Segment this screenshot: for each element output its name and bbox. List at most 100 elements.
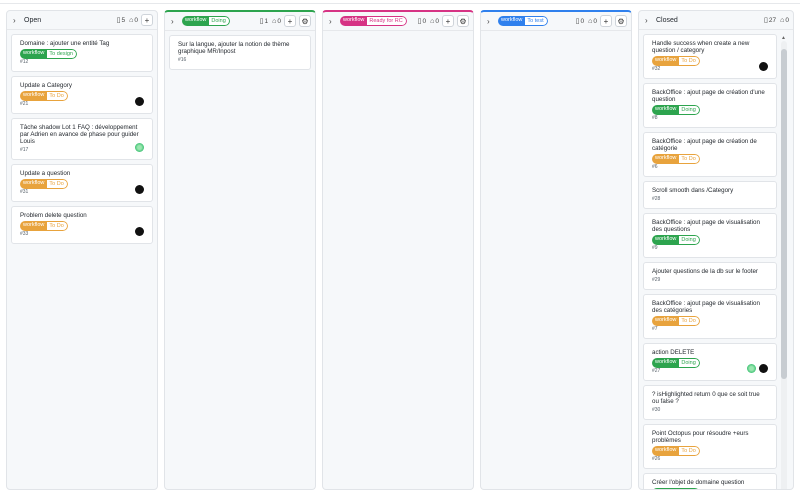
issue-card[interactable]: Sur la langue, ajouter la notion de thèm…	[169, 35, 311, 70]
workflow-label[interactable]: workflow To Do	[652, 154, 700, 164]
issue-title[interactable]: Handle success when create a new questio…	[652, 40, 768, 54]
issue-card[interactable]: Update a Category workflow To Do #21	[11, 76, 153, 114]
issue-card[interactable]: BackOffice : ajout page de création d'un…	[643, 83, 777, 128]
issue-card[interactable]: Scroll smooth dans /Category #28	[643, 181, 777, 209]
issue-card[interactable]: Domaine : ajouter une entité Tag workflow…	[11, 34, 153, 72]
issue-number: #30	[652, 407, 661, 413]
workflow-label[interactable]: workflow To design	[20, 49, 77, 59]
issues-count: ▯ 0	[575, 17, 585, 26]
pull-request-icon: ⌂	[129, 16, 134, 24]
issue-card[interactable]: Handle success when create a new questio…	[643, 34, 777, 79]
pull-request-icon: ⌂	[272, 17, 277, 25]
issue-number: #9	[652, 245, 658, 251]
workflow-label[interactable]: workflow To Do	[20, 91, 68, 101]
issue-number: #26	[652, 456, 661, 462]
issue-number: #28	[652, 196, 661, 202]
pr-count: ⌂ 0	[129, 16, 138, 24]
label-value: To Do	[679, 154, 700, 164]
pr-count: ⌂ 0	[430, 17, 439, 25]
settings-gear-button[interactable]: ⚙	[615, 15, 627, 27]
workflow-label[interactable]: workflow To Do	[652, 446, 700, 456]
issue-card[interactable]: BackOffice : ajout page de visualisation…	[643, 213, 777, 258]
issue-number: #21	[20, 101, 29, 107]
workflow-label[interactable]: workflow To Do	[20, 221, 68, 231]
column-label: workflow To test	[498, 16, 572, 26]
label-key: workflow	[652, 235, 680, 245]
settings-gear-button[interactable]: ⚙	[457, 15, 469, 27]
settings-gear-button[interactable]: ⚙	[299, 15, 311, 27]
issue-card[interactable]: Update a question workflow To Do #31	[11, 164, 153, 202]
issue-title[interactable]: Problem delete question	[20, 212, 144, 219]
issue-title[interactable]: Créer l'objet de domaine question	[652, 479, 768, 486]
issue-title[interactable]: action DELETE	[652, 349, 768, 356]
assignee-avatar[interactable]	[759, 364, 768, 373]
issue-card[interactable]: Point Octopus pour résoudre +eurs problè…	[643, 424, 777, 469]
issue-title[interactable]: BackOffice : ajout page de visualisation…	[652, 219, 768, 233]
project-board: › Open ▯ 5 ⌂ 0 + Domaine : ajouter une ent…	[0, 0, 800, 490]
chevron-right-icon[interactable]: ›	[171, 17, 179, 26]
issues-count: ▯ 1	[259, 17, 269, 26]
issue-title[interactable]: Scroll smooth dans /Category	[652, 187, 768, 194]
add-card-button[interactable]: +	[442, 15, 454, 27]
issue-title[interactable]: Sur la langue, ajouter la notion de thèm…	[178, 41, 302, 55]
chevron-right-icon[interactable]: ›	[329, 17, 337, 26]
column-cards	[323, 31, 473, 39]
issue-card[interactable]: Tâche shadow Lot 1 FAQ : développement p…	[11, 118, 153, 160]
workflow-label: workflow Ready for RC	[340, 16, 407, 26]
assignee-avatar[interactable]	[135, 143, 144, 152]
issue-title[interactable]: Point Octopus pour résoudre +eurs problè…	[652, 430, 768, 444]
assignee-avatar[interactable]	[135, 97, 144, 106]
column-label: workflow Ready for RC	[340, 16, 414, 26]
issues-count: ▯ 27	[764, 16, 777, 25]
issue-icon: ▯	[417, 18, 422, 25]
add-card-button[interactable]: +	[600, 15, 612, 27]
column-doing: › workflow Doing ▯ 1 ⌂ 0 + ⚙ Sur la langue…	[164, 10, 316, 490]
issue-labels: workflow To Do	[652, 446, 768, 456]
chevron-right-icon[interactable]: ›	[487, 17, 495, 26]
add-card-button[interactable]: +	[141, 14, 153, 26]
issue-number: #17	[20, 147, 29, 153]
chevron-right-icon[interactable]: ›	[13, 16, 21, 25]
issue-card[interactable]: Créer l'objet de domaine questionworkflo…	[643, 473, 777, 489]
issue-title[interactable]: BackOffice : ajout page de création de c…	[652, 138, 768, 152]
workflow-label[interactable]: workflowDoing	[652, 105, 700, 115]
pull-request-icon: ⌂	[780, 16, 785, 24]
scrollbar-thumb[interactable]	[781, 49, 787, 379]
gear-icon: ⚙	[459, 16, 467, 26]
issue-title[interactable]: Domaine : ajouter une entité Tag	[20, 40, 144, 47]
workflow-label[interactable]: workflowDoing	[652, 235, 700, 245]
workflow-label[interactable]: workflow To Do	[652, 56, 700, 66]
pull-request-icon: ⌂	[588, 17, 593, 25]
column-header: › workflow To test ▯ 0 ⌂ 0 + ⚙	[481, 12, 631, 31]
assignee-avatar[interactable]	[747, 364, 756, 373]
workflow-label[interactable]: workflow To Do	[652, 316, 700, 326]
workflow-label: workflow To test	[498, 16, 548, 26]
issue-labels: workflow To design	[20, 49, 144, 59]
issue-labels: workflow To Do	[652, 316, 768, 326]
issue-labels: workflow To Do	[20, 179, 144, 189]
issue-title[interactable]: ? isHighlighted return 0 que ce soit tru…	[652, 391, 768, 405]
assignee-avatar[interactable]	[135, 227, 144, 236]
issue-title[interactable]: Tâche shadow Lot 1 FAQ : développement p…	[20, 124, 144, 145]
top-divider	[0, 0, 800, 4]
chevron-right-icon[interactable]: ›	[645, 16, 653, 25]
workflow-label[interactable]: workflowDoing	[652, 358, 700, 368]
issue-title[interactable]: Ajouter questions de la db sur le footer	[652, 268, 768, 275]
label-key: workflow	[20, 91, 48, 101]
workflow-label[interactable]: workflow To Do	[20, 179, 68, 189]
assignee-avatar[interactable]	[759, 62, 768, 71]
issue-card[interactable]: BackOffice : ajout page de visualisation…	[643, 294, 777, 339]
issue-title[interactable]: BackOffice : ajout page de création d'un…	[652, 89, 768, 103]
assignee-avatar[interactable]	[135, 185, 144, 194]
issue-card[interactable]: Problem delete question workflow To Do #33	[11, 206, 153, 244]
gear-icon: ⚙	[301, 16, 309, 26]
issue-card[interactable]: ? isHighlighted return 0 que ce soit tru…	[643, 385, 777, 420]
scrollbar[interactable]	[781, 41, 787, 489]
issue-title[interactable]: Update a Category	[20, 82, 144, 89]
issue-title[interactable]: BackOffice : ajout page de visualisation…	[652, 300, 768, 314]
add-card-button[interactable]: +	[284, 15, 296, 27]
issue-card[interactable]: Ajouter questions de la db sur le footer…	[643, 262, 777, 290]
issue-card[interactable]: BackOffice : ajout page de création de c…	[643, 132, 777, 177]
issue-card[interactable]: action DELETE workflow Doing #27	[643, 343, 777, 381]
issue-title[interactable]: Update a question	[20, 170, 144, 177]
